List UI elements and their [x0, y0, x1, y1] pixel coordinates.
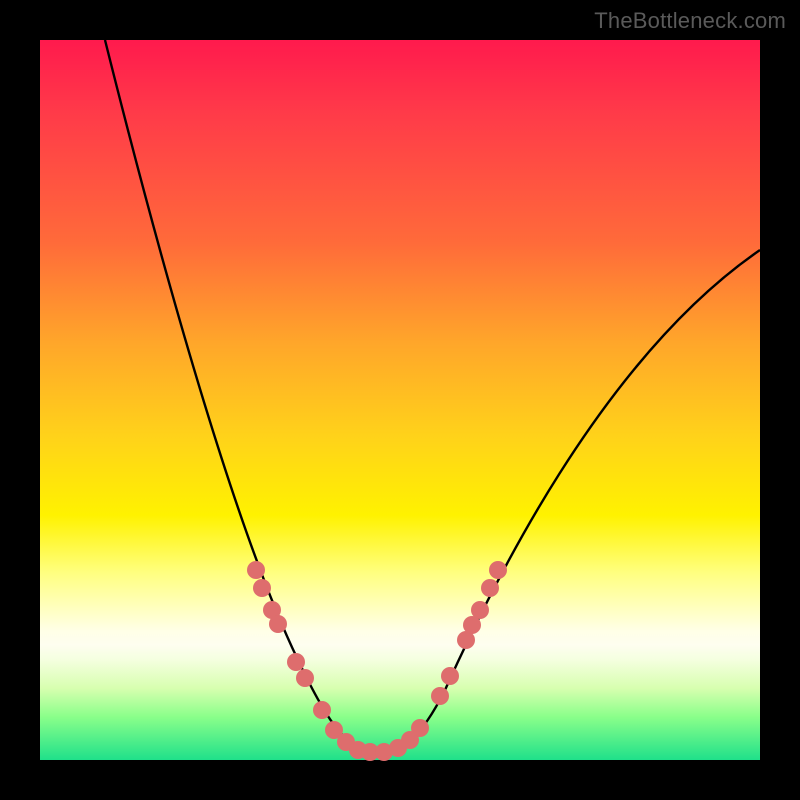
data-dot [441, 667, 459, 685]
chart-frame: TheBottleneck.com [0, 0, 800, 800]
watermark-text: TheBottleneck.com [594, 8, 786, 34]
data-dot [247, 561, 265, 579]
bottleneck-curve [105, 40, 760, 752]
data-dot [269, 615, 287, 633]
data-dot [287, 653, 305, 671]
data-dot [296, 669, 314, 687]
data-dot [411, 719, 429, 737]
data-dots [247, 561, 507, 761]
curve-svg [40, 40, 760, 760]
data-dot [471, 601, 489, 619]
data-dot [481, 579, 499, 597]
data-dot [253, 579, 271, 597]
data-dot [313, 701, 331, 719]
data-dot [489, 561, 507, 579]
data-dot [431, 687, 449, 705]
plot-area [40, 40, 760, 760]
